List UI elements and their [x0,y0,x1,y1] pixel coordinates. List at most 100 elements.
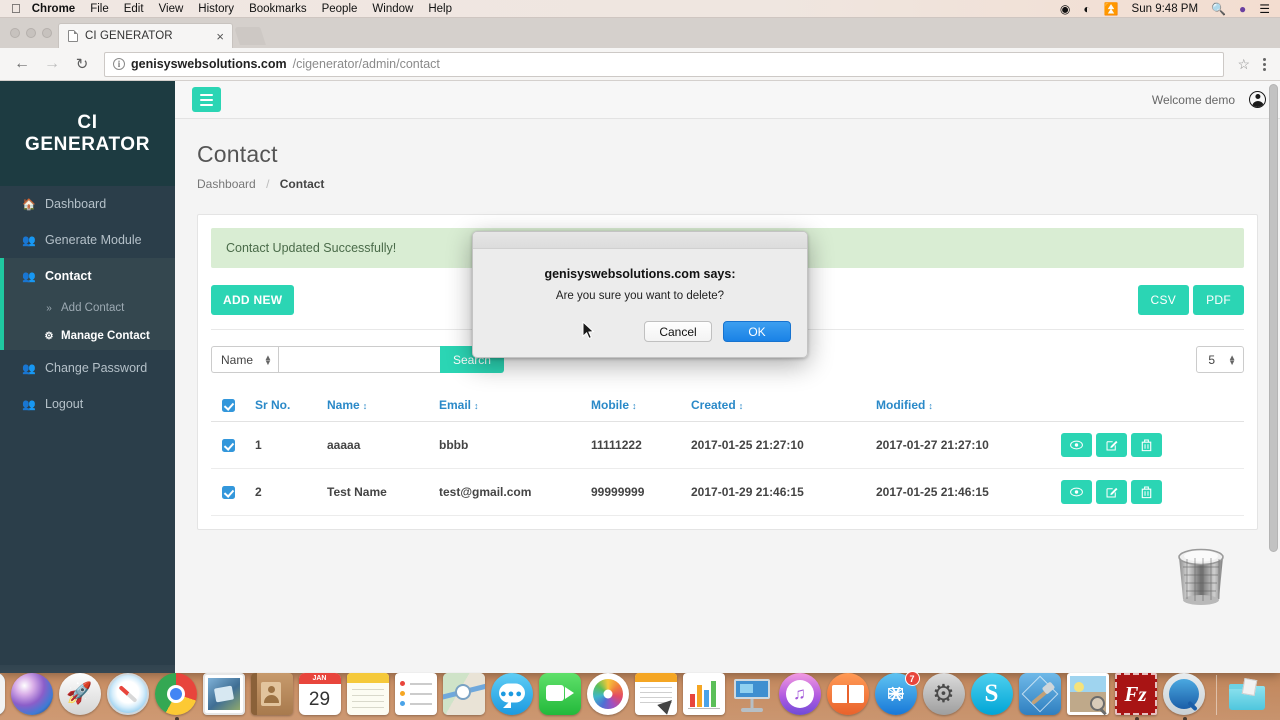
star-bookmark-icon[interactable]: ☆ [1232,56,1255,73]
breadcrumb-dashboard[interactable]: Dashboard [197,177,256,191]
sort-updown-icon[interactable]: ↕ [363,401,368,411]
dock-item-google-chrome[interactable] [154,673,199,720]
siri-icon[interactable]: ● [1239,3,1246,15]
dock-item-ibooks[interactable] [826,673,871,717]
dock-item-notes[interactable] [346,673,391,717]
page-scrollbar[interactable] [1269,84,1278,552]
sidebar-item-manage-contact[interactable]: ⚙ Manage Contact [4,322,175,350]
dock-item-system-preferences[interactable]: ⚙ [922,673,967,717]
sidebar-item-logout[interactable]: 👥 Logout [0,386,175,422]
dock-item-trash[interactable] [1274,673,1280,717]
menu-item-view[interactable]: View [159,3,184,15]
dialog-cancel-button[interactable]: Cancel [644,321,712,342]
dock-item-preview[interactable] [1066,673,1111,717]
menu-item-chrome[interactable]: Chrome [32,3,75,15]
menu-bar-clock[interactable]: Sun 9:48 PM [1132,3,1198,15]
close-window-button[interactable] [10,28,20,38]
table-row[interactable]: 2 Test Name test@gmail.com 99999999 2017… [211,468,1244,517]
menu-item-edit[interactable]: Edit [124,3,144,15]
search-input[interactable] [277,346,440,373]
add-new-button[interactable]: ADD NEW [211,285,295,315]
dock-item-siri[interactable] [10,673,55,717]
export-csv-button[interactable]: CSV [1137,285,1190,315]
new-tab-button[interactable] [234,27,266,45]
notification-center-icon[interactable]: ☰ [1259,3,1270,15]
dock-item-photos[interactable] [586,673,631,717]
back-arrow-icon[interactable]: ← [8,51,36,77]
search-field-select[interactable]: Name ▲ ▼ [211,346,278,373]
sort-updown-icon[interactable]: ↕ [632,401,637,411]
sort-updown-icon[interactable]: ↕ [474,401,479,411]
dock-item-xcode[interactable] [1018,673,1063,717]
forward-arrow-icon[interactable]: → [38,51,66,77]
page-size-select[interactable]: 5 ▲ ▼ [1196,346,1244,373]
dock-item-contacts[interactable] [250,673,295,717]
dock-item-reminders[interactable] [394,673,439,717]
spotlight-search-icon[interactable]: 🔍 [1211,3,1226,15]
dock-item-itunes[interactable]: ♫ [778,673,823,717]
reload-icon[interactable]: ↻ [68,51,96,77]
sidebar-item-generate-module[interactable]: 👥 Generate Module [0,222,175,258]
column-header-modified[interactable]: Modified ↕ [868,389,1053,423]
dock-item-calendar[interactable]: JAN 29 [298,673,343,717]
dock-item-app-store[interactable]: ✉ 7 [874,671,920,717]
dock-item-downloads-folder[interactable] [1226,673,1270,717]
dock-item-quicktime[interactable] [1162,673,1207,720]
row-checkbox[interactable] [222,439,235,453]
edit-pencil-icon[interactable] [1096,433,1127,458]
screen-record-icon[interactable]: ◉ [1060,3,1070,15]
dock-item-numbers[interactable] [682,673,727,717]
dock-item-mail[interactable] [202,673,247,717]
column-header-mobile[interactable]: Mobile ↕ [583,389,683,423]
browser-tab-ci-generator[interactable]: CI GENERATOR × [58,23,233,48]
eject-icon[interactable]: ⏫ [1104,3,1119,15]
wifi-icon[interactable]: ◐ [1083,3,1090,15]
dock-item-filezilla[interactable]: Fz [1114,673,1159,720]
chrome-menu-icon[interactable] [1257,56,1272,73]
select-all-checkbox[interactable] [222,399,235,413]
dock-item-messages[interactable]: ●●● [490,673,535,717]
dialog-ok-button[interactable]: OK [723,321,791,342]
zoom-window-button[interactable] [42,28,52,38]
sidebar-item-change-password[interactable]: 👥 Change Password [0,350,175,386]
view-eye-icon[interactable] [1061,433,1092,458]
dock-item-maps[interactable] [442,673,487,717]
column-header-created[interactable]: Created ↕ [683,389,868,423]
dock-item-facetime[interactable] [538,673,583,717]
dock-item-skype[interactable]: S [970,673,1015,717]
minimize-window-button[interactable] [26,28,36,38]
address-bar[interactable]: i genisyswebsolutions.com/cigenerator/ad… [104,51,1225,77]
dock-item-pages[interactable] [634,673,679,717]
dock-item-keynote[interactable] [731,673,775,717]
sort-updown-icon[interactable]: ↕ [928,401,933,411]
sort-updown-icon[interactable]: ↕ [739,401,744,411]
edit-pencil-icon[interactable] [1096,480,1127,505]
column-header-name[interactable]: Name ↕ [319,389,431,423]
dock-item-launchpad[interactable]: 🚀 [58,673,103,717]
sidebar-item-add-contact[interactable]: » Add Contact [4,294,175,322]
menu-item-bookmarks[interactable]: Bookmarks [249,3,307,15]
window-traffic-lights[interactable] [8,18,58,48]
view-eye-icon[interactable] [1061,480,1092,505]
row-checkbox[interactable] [222,486,235,500]
column-header-email[interactable]: Email ↕ [431,389,583,423]
sidebar-item-dashboard[interactable]: 🏠 Dashboard [0,186,175,222]
app-brand-logo[interactable]: CI GENERATOR [0,81,175,186]
delete-trash-icon[interactable] [1131,433,1162,458]
user-avatar-icon[interactable] [1249,91,1266,108]
menu-item-file[interactable]: File [90,3,109,15]
menu-item-help[interactable]: Help [428,3,452,15]
menu-item-history[interactable]: History [198,3,234,15]
sidebar-item-contact[interactable]: 👥 Contact [4,258,175,294]
delete-trash-icon[interactable] [1131,480,1162,505]
hamburger-menu-icon[interactable] [192,87,221,112]
dock-item-safari[interactable] [106,673,151,717]
table-row[interactable]: 1 aaaaa bbbb 11111222 2017-01-25 21:27:1… [211,421,1244,470]
page-info-icon[interactable]: i [113,58,125,70]
menu-item-people[interactable]: People [322,3,358,15]
menu-item-window[interactable]: Window [372,3,413,15]
dock-item-finder[interactable] [0,673,7,717]
apple-icon[interactable]:  [11,2,21,15]
close-tab-icon[interactable]: × [214,30,226,43]
export-pdf-button[interactable]: PDF [1193,285,1244,315]
